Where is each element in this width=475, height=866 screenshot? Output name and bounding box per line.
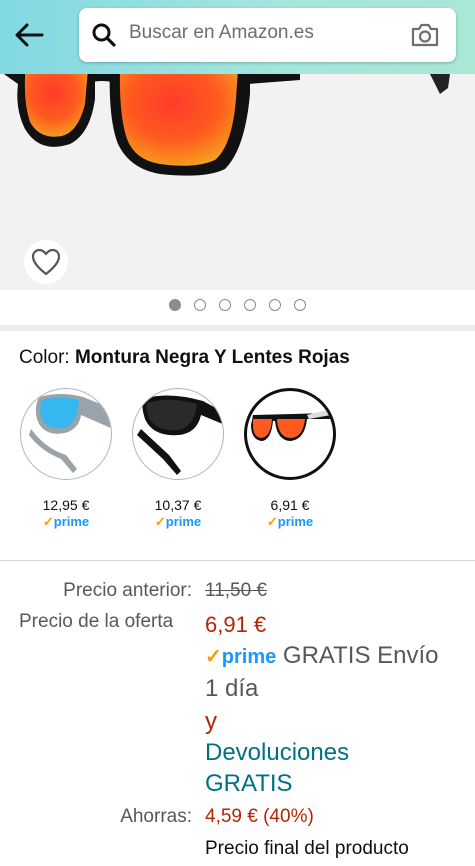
pagination-dot[interactable] [169,299,181,311]
top-bar: Buscar en Amazon.es [0,0,475,74]
swatch-price: 12,95 € [42,497,90,513]
prime-label: prime [277,514,314,529]
section-divider [0,560,475,561]
savings-label: Ahorras: [120,806,192,827]
swatch-price: 10,37 € [154,497,202,513]
prime-label: prime [53,514,90,529]
swatch-thumbnail [132,388,224,480]
connector-text: y [205,708,217,735]
pagination-dot[interactable] [269,299,281,311]
pagination-dot[interactable] [294,299,306,311]
search-input[interactable]: Buscar en Amazon.es [129,22,314,44]
wishlist-heart-button[interactable] [24,240,68,284]
deal-price-value: 6,91 € [205,612,267,637]
color-swatch-red[interactable]: 6,91 € ✓prime [244,388,336,530]
product-image[interactable] [0,74,475,290]
free-returns-link-line2[interactable]: GRATIS [205,770,293,798]
section-divider [0,325,475,331]
search-icon [92,23,116,47]
search-bar[interactable]: Buscar en Amazon.es [79,8,456,62]
heart-icon [31,248,61,276]
black-sunglasses-thumbnail [137,395,223,475]
prime-shipping-line: ✓prime GRATIS Envío [205,642,439,670]
swatch-price: 6,91 € [270,497,310,513]
delivery-days-text: 1 día [205,675,259,702]
swatch-thumbnail [244,388,336,480]
camera-icon[interactable] [410,21,440,49]
prime-label: prime [165,514,202,529]
color-selection-heading: Color: Montura Negra Y Lentes Rojas [19,347,350,369]
swatch-thumbnail [20,388,112,480]
pagination-dot[interactable] [194,299,206,311]
selected-color-name: Montura Negra Y Lentes Rojas [74,347,350,368]
previous-price-value: 11,50 € [205,580,267,601]
red-sunglasses-thumbnail [251,409,331,441]
color-swatch-black[interactable]: 10,37 € ✓prime [132,388,224,530]
image-pagination [0,299,475,315]
prime-logo: prime [221,646,277,668]
final-price-note: Precio final del producto [205,838,409,859]
prime-badge: ✓prime [154,514,202,529]
savings-value: 4,59 € (40%) [205,806,314,827]
sunglasses-image [4,74,450,176]
prime-check-icon: ✓ [205,646,222,668]
color-swatch-blue[interactable]: 12,95 € ✓prime [20,388,112,530]
prime-badge: ✓prime [42,514,90,529]
free-returns-link[interactable]: Devoluciones [205,739,349,767]
deal-price-label: Precio de la oferta [19,611,174,632]
previous-price-label: Precio anterior: [63,580,192,601]
prime-badge: ✓prime [266,514,314,529]
pagination-dot[interactable] [244,299,256,311]
pagination-dot[interactable] [219,299,231,311]
blue-sunglasses-thumbnail [29,394,111,473]
color-label: Color: [19,347,70,368]
free-shipping-text: GRATIS Envío [282,642,439,669]
back-arrow-icon[interactable] [12,18,46,52]
